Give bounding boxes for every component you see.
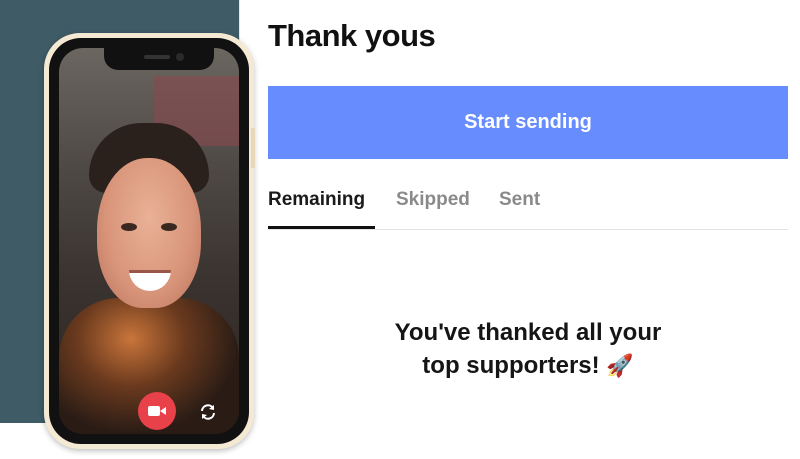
phone-bezel — [49, 38, 249, 444]
left-eye — [121, 223, 137, 231]
active-tab-indicator — [268, 226, 375, 229]
tab-remaining[interactable]: Remaining — [268, 189, 365, 211]
camera-flip-icon — [201, 404, 215, 420]
rocket-icon: 🚀 — [606, 353, 634, 378]
video-preview — [59, 48, 239, 434]
video-camera-icon — [148, 406, 166, 416]
thank-yous-panel: Thank yous Start sending Remaining Skipp… — [239, 0, 800, 423]
record-button[interactable] — [138, 392, 176, 430]
page-title: Thank yous — [268, 18, 436, 53]
phone-mockup — [44, 33, 254, 449]
phone-side-button — [251, 128, 255, 168]
tab-skipped[interactable]: Skipped — [396, 189, 470, 211]
right-eye — [161, 223, 177, 231]
front-camera — [176, 53, 184, 61]
smile — [129, 270, 171, 291]
start-sending-button[interactable]: Start sending — [268, 86, 788, 159]
empty-message-line2-text: top supporters! — [422, 352, 600, 379]
empty-state-message: You've thanked all your top supporters! … — [268, 316, 788, 382]
tab-sent[interactable]: Sent — [499, 189, 540, 211]
phone-notch — [104, 48, 214, 70]
empty-message-line2: top supporters! 🚀 — [268, 349, 788, 382]
person-face — [97, 158, 201, 308]
empty-message-line1: You've thanked all your — [394, 319, 662, 346]
speaker-grille — [144, 55, 170, 59]
flip-camera-button[interactable] — [196, 400, 220, 424]
tab-bar: Remaining Skipped Sent — [268, 183, 788, 230]
